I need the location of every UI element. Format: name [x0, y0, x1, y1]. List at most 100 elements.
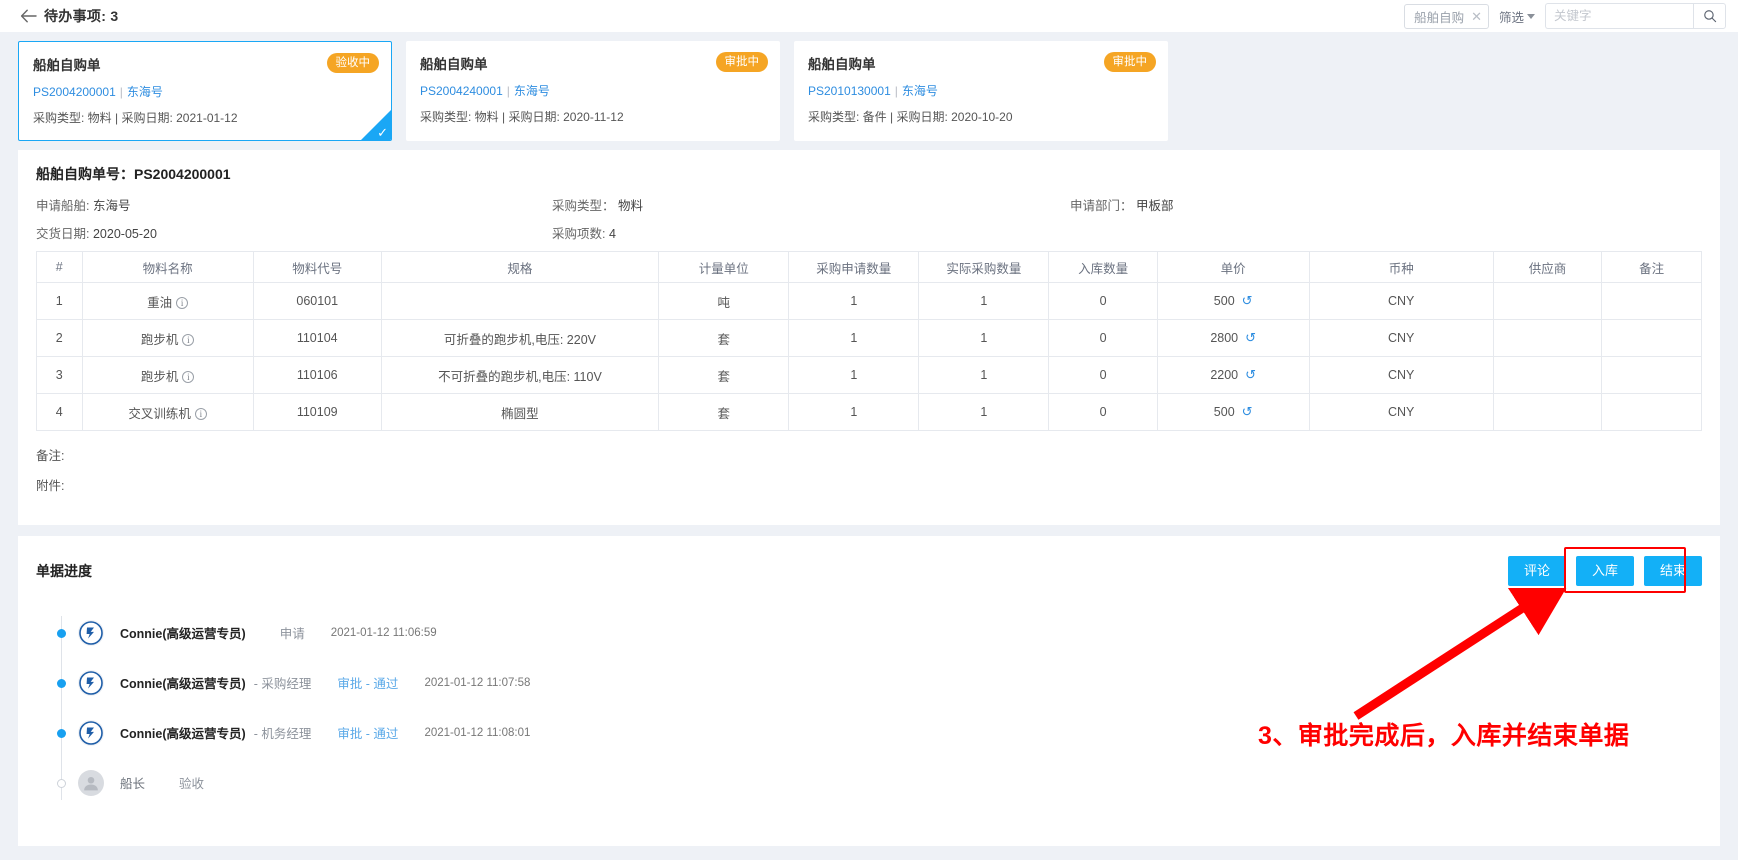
card-doc-code[interactable]: PS2004240001 — [420, 84, 503, 98]
timeline-timestamp: 2021-01-12 11:07:58 — [424, 676, 531, 689]
attachment-label: 附件: — [36, 479, 65, 493]
status-badge: 审批中 — [715, 52, 768, 73]
finish-button[interactable]: 结束 — [1643, 556, 1702, 586]
detail-panel: 船舶自购单号：PS2004200001 申请船舶: 东海号 采购类型： 物料 申… — [18, 150, 1720, 525]
info-icon[interactable]: i — [194, 407, 207, 420]
card-ship-name[interactable]: 东海号 — [127, 85, 163, 99]
cell-code: 110106 — [252, 356, 382, 394]
timeline-dot — [57, 678, 66, 688]
field-department-label: 申请部门： — [1070, 199, 1133, 213]
comment-button[interactable]: 评论 — [1507, 556, 1566, 586]
cell-index: 4 — [36, 393, 83, 431]
field-item-count-value: 4 — [608, 227, 616, 241]
cell-code: 110104 — [252, 319, 382, 357]
table-row: 2 跑步机 i 110104 可折叠的跑步机,电压: 220V 套 1 1 0 2… — [36, 319, 1702, 357]
field-department: 申请部门： 甲板部 — [1070, 195, 1702, 214]
cell-index: 2 — [36, 319, 83, 357]
search-button[interactable] — [1693, 3, 1726, 29]
card-doc-code[interactable]: PS2004200001 — [33, 85, 116, 99]
cell-in-qty: 0 — [1048, 356, 1158, 394]
cell-supplier — [1492, 356, 1603, 394]
filter-tag-label: 船舶自购 — [1414, 10, 1465, 25]
cell-price: 500 ↺ — [1156, 393, 1310, 431]
cell-name-text: 跑步机 — [140, 369, 179, 384]
document-number: 船舶自购单号：PS2004200001 — [36, 164, 1702, 184]
timeline-dot — [57, 628, 66, 638]
highlighted-action-group: 入库 结束 — [1564, 547, 1702, 593]
field-ship-label: 申请船舶: — [36, 199, 90, 213]
filter-tag-chip[interactable]: 船舶自购 ✕ — [1404, 3, 1489, 29]
history-icon[interactable]: ↺ — [1245, 367, 1256, 382]
history-icon[interactable]: ↺ — [1242, 293, 1253, 308]
cell-unit: 套 — [658, 356, 790, 394]
field-delivery-date: 交货日期: 2020-05-20 — [36, 223, 552, 242]
table-row: 3 跑步机 i 110106 不可折叠的跑步机,电压: 110V 套 1 1 0 … — [36, 356, 1702, 394]
timeline-dot — [57, 778, 66, 788]
close-icon[interactable]: ✕ — [1471, 10, 1482, 23]
filter-dropdown-label: 筛选 — [1498, 10, 1524, 25]
cell-currency: CNY — [1308, 319, 1494, 357]
items-table-head: # 物料名称 物料代号 规格 计量单位 采购申请数量 实际采购数量 入库数量 单… — [36, 251, 1702, 283]
detail-footer: 备注: 附件: — [18, 431, 1720, 525]
history-icon[interactable]: ↺ — [1242, 404, 1253, 419]
stock-in-button[interactable]: 入库 — [1575, 556, 1634, 586]
card-subline: PS2010130001 | 东海号 — [808, 82, 1154, 99]
cell-unit: 吨 — [658, 282, 790, 320]
th-spec: 规格 — [380, 251, 660, 283]
page-title: 待办事项: 3 — [44, 8, 119, 24]
status-badge: 审批中 — [1103, 52, 1156, 73]
cell-name-text: 跑步机 — [140, 332, 179, 347]
cell-supplier — [1492, 282, 1603, 320]
timeline-role: - 采购经理 — [253, 677, 312, 692]
cell-act-qty: 1 — [918, 393, 1050, 431]
cell-currency: CNY — [1308, 282, 1494, 320]
info-icon[interactable]: i — [182, 370, 195, 383]
remark-label: 备注: — [36, 449, 65, 463]
th-in-qty: 入库数量 — [1048, 251, 1158, 283]
field-purchase-type-label: 采购类型： — [552, 199, 615, 213]
app-page: 待办事项: 3 船舶自购 ✕ 筛选 关键字 船舶自购单 PS2004200001… — [0, 0, 1738, 860]
info-icon[interactable]: i — [182, 333, 195, 346]
search-input[interactable] — [1545, 3, 1693, 29]
card-info: 采购类型: 物料 | 采购日期: 2020-11-12 — [420, 110, 624, 124]
timeline-action: 审批 - 通过 — [337, 677, 399, 692]
cell-remark — [1601, 282, 1702, 320]
timeline-dot — [57, 728, 66, 738]
annotation-text: 3、审批完成后，入库并结束单据 — [1258, 722, 1630, 750]
table-row: 1 重油 i 060101 吨 1 1 0 500 ↺ CNY — [36, 282, 1702, 320]
items-table-body: 1 重油 i 060101 吨 1 1 0 500 ↺ CNY 2 跑步机 i … — [36, 282, 1702, 431]
field-ship-value: 东海号 — [92, 199, 131, 213]
document-number-label: 船舶自购单号： — [36, 166, 134, 182]
history-icon[interactable]: ↺ — [1245, 330, 1256, 345]
cell-currency: CNY — [1308, 356, 1494, 394]
todo-card[interactable]: 船舶自购单 PS2010130001 | 东海号 采购类型: 备件 | 采购日期: … — [794, 41, 1168, 141]
card-ship-name[interactable]: 东海号 — [514, 84, 550, 98]
topbar-controls: 船舶自购 ✕ 筛选 — [1404, 3, 1726, 29]
progress-panel: 单据进度 评论 入库 结束 Connie(高级运营专员) 申请 2021-01-… — [18, 536, 1720, 846]
action-buttons: 评论 入库 结束 — [1507, 547, 1702, 593]
todo-card[interactable]: 船舶自购单 PS2004240001 | 东海号 采购类型: 物料 | 采购日期: … — [406, 41, 780, 141]
back-arrow-icon[interactable] — [18, 6, 38, 26]
card-doc-code[interactable]: PS2010130001 — [808, 84, 891, 98]
cell-name-text: 交叉训练机 — [128, 406, 191, 421]
document-number-value: PS2004200001 — [134, 166, 231, 182]
avatar — [78, 669, 104, 696]
progress-title: 单据进度 — [36, 562, 92, 579]
filter-dropdown[interactable]: 筛选 — [1499, 7, 1535, 26]
todo-card-list: 船舶自购单 PS2004200001 | 东海号 采购类型: 物料 | 采购日期: … — [0, 32, 1738, 150]
timeline-timestamp: 2021-01-12 11:06:59 — [330, 626, 437, 639]
detail-panel-body: 船舶自购单号：PS2004200001 申请船舶: 东海号 采购类型： 物料 申… — [18, 164, 1720, 431]
timeline-item: 船长 验收 — [54, 758, 1702, 808]
cell-in-qty: 0 — [1048, 319, 1158, 357]
cell-price: 500 ↺ — [1156, 282, 1310, 320]
cell-req-qty: 1 — [788, 319, 920, 357]
cell-index: 1 — [36, 282, 83, 320]
search-box — [1545, 3, 1726, 29]
card-info: 采购类型: 备件 | 采购日期: 2020-10-20 — [808, 110, 1013, 124]
th-remark: 备注 — [1601, 251, 1702, 283]
info-icon[interactable]: i — [176, 296, 189, 309]
th-currency: 币种 — [1308, 251, 1494, 283]
todo-card[interactable]: 船舶自购单 PS2004200001 | 东海号 采购类型: 物料 | 采购日期: … — [18, 41, 392, 141]
card-ship-name[interactable]: 东海号 — [902, 84, 938, 98]
timeline-item: Connie(高级运营专员) - 采购经理 审批 - 通过 2021-01-12… — [54, 658, 1702, 708]
